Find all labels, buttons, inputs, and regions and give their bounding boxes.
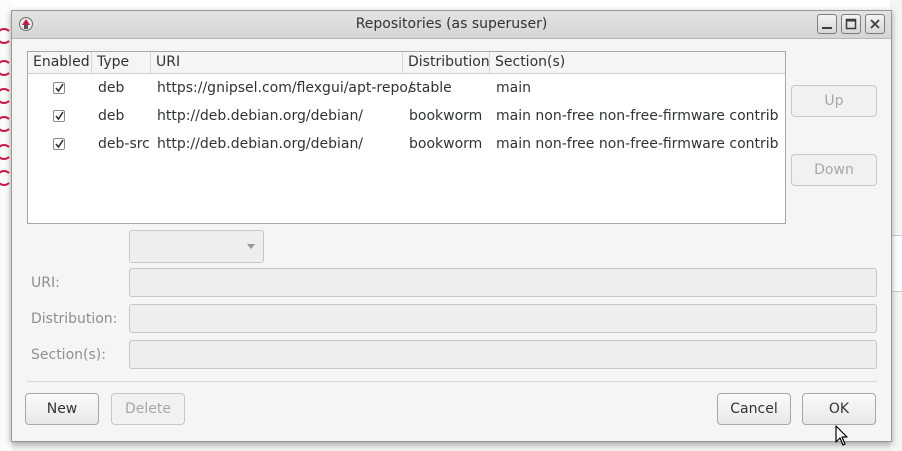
delete-button[interactable]: Delete bbox=[111, 393, 185, 425]
sections-cell: main non-free non-free-firmware contrib bbox=[496, 136, 779, 152]
down-button[interactable]: Down bbox=[791, 154, 877, 186]
checkmark-icon bbox=[55, 83, 64, 93]
enabled-checkbox[interactable] bbox=[53, 110, 65, 122]
type-cell: deb bbox=[98, 80, 125, 96]
uri-cell: http://deb.debian.org/debian/ bbox=[157, 108, 364, 124]
column-header-distribution[interactable]: Distribution bbox=[403, 52, 490, 73]
uri-label: URI: bbox=[31, 275, 60, 291]
column-header-sections[interactable]: Section(s) bbox=[490, 52, 785, 73]
distribution-cell: stable bbox=[409, 80, 452, 96]
column-header-type[interactable]: Type bbox=[92, 52, 151, 73]
type-cell: deb-src bbox=[98, 136, 150, 152]
window-title: Repositories (as superuser) bbox=[355, 16, 548, 32]
repositories-dialog: Repositories (as superuser) Enabled Type… bbox=[11, 10, 892, 446]
distribution-cell: bookworm bbox=[409, 136, 483, 152]
divider bbox=[27, 381, 877, 382]
repository-list[interactable]: Enabled Type URI Distribution Section(s)… bbox=[27, 51, 786, 224]
ok-button[interactable]: OK bbox=[802, 393, 876, 425]
new-button[interactable]: New bbox=[25, 393, 99, 425]
distribution-field[interactable] bbox=[129, 304, 877, 333]
sections-cell: main bbox=[496, 80, 531, 96]
minimize-icon bbox=[822, 27, 832, 29]
column-header-enabled[interactable]: Enabled bbox=[28, 52, 92, 73]
uri-cell: https://gnipsel.com/flexgui/apt-repo/ bbox=[157, 80, 413, 96]
type-cell: deb bbox=[98, 108, 125, 124]
cancel-button[interactable]: Cancel bbox=[717, 393, 791, 425]
checkmark-icon bbox=[55, 111, 64, 121]
uri-field[interactable] bbox=[129, 268, 877, 297]
sections-cell: main non-free non-free-firmware contrib bbox=[496, 108, 779, 124]
checkmark-icon bbox=[55, 139, 64, 149]
background-app-top bbox=[0, 0, 902, 10]
close-button[interactable] bbox=[865, 14, 885, 34]
up-button[interactable]: Up bbox=[791, 85, 877, 117]
table-row[interactable]: deb-src http://deb.debian.org/debian/ bo… bbox=[28, 130, 785, 158]
type-combobox[interactable] bbox=[129, 230, 264, 263]
column-header-uri[interactable]: URI bbox=[151, 52, 403, 73]
sections-label: Section(s): bbox=[31, 347, 106, 363]
enabled-checkbox[interactable] bbox=[53, 138, 65, 150]
enabled-checkbox[interactable] bbox=[53, 82, 65, 94]
chevron-down-icon bbox=[247, 244, 255, 249]
distribution-cell: bookworm bbox=[409, 108, 483, 124]
minimize-button[interactable] bbox=[817, 14, 837, 34]
uri-cell: http://deb.debian.org/debian/ bbox=[157, 136, 364, 152]
sections-field[interactable] bbox=[129, 340, 877, 369]
close-icon bbox=[870, 19, 880, 29]
maximize-icon bbox=[845, 18, 857, 30]
table-row[interactable]: deb https://gnipsel.com/flexgui/apt-repo… bbox=[28, 74, 785, 102]
mouse-cursor-icon bbox=[835, 425, 848, 446]
title-bar[interactable]: Repositories (as superuser) bbox=[12, 11, 891, 39]
table-header: Enabled Type URI Distribution Section(s) bbox=[28, 52, 785, 74]
distribution-label: Distribution: bbox=[31, 311, 118, 327]
table-row[interactable]: deb http://deb.debian.org/debian/ bookwo… bbox=[28, 102, 785, 130]
maximize-button[interactable] bbox=[841, 14, 861, 34]
